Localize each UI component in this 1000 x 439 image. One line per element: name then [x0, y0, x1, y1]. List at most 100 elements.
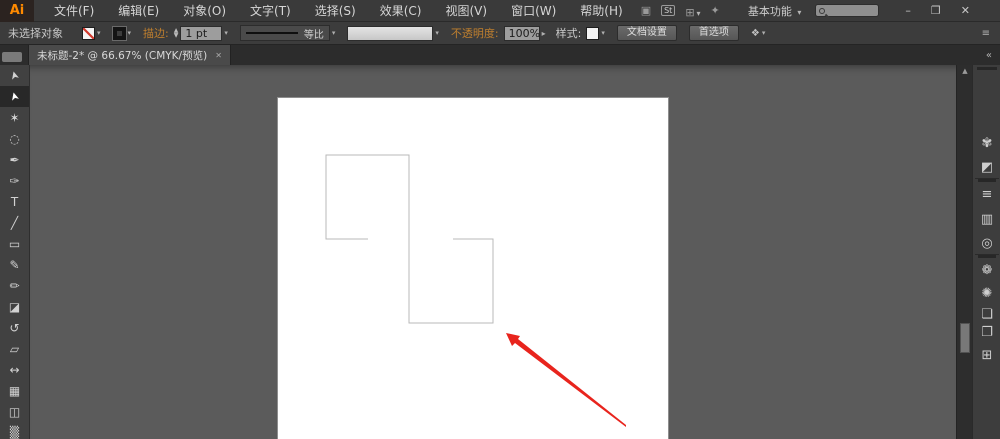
- chevron-down-icon[interactable]: ▾: [601, 29, 605, 37]
- panel-dock: ✾ ◩ ≡ ▥ ◎ ❁ ✺ ❏ ❐ ⊞: [972, 65, 1000, 439]
- tool-brush-pen[interactable]: ✑: [0, 170, 29, 191]
- rotate-icon: ↺: [9, 320, 20, 335]
- menu-window[interactable]: 窗口(W): [499, 0, 568, 22]
- type-icon: T: [10, 194, 19, 209]
- tools-panel: ➤ ➤ ✶ ◌ ✒ ✑ T ╱ ▭ ✎ ✏ ◪ ↺ ▱ ↔ ▦ ◫ ▒: [0, 65, 30, 439]
- gradient-icon: ▒: [9, 425, 20, 439]
- scroll-up-icon[interactable]: ▲: [957, 67, 973, 75]
- expand-panels-icon[interactable]: «: [986, 50, 992, 61]
- chevron-down-icon[interactable]: ▾: [332, 29, 336, 37]
- tool-magic-wand[interactable]: ✶: [0, 107, 29, 128]
- control-bar: 未选择对象 ▾ ▾ 描边: ▲ ▼ 1 pt ▾ 等比 ▾ ▾ 不透明度: 10…: [0, 22, 1000, 45]
- color-panel-icon[interactable]: ✾: [973, 136, 1000, 151]
- tool-shape-builder[interactable]: ◫: [0, 401, 29, 422]
- menu-select[interactable]: 选择(S): [303, 0, 368, 22]
- stroke-profile-dropdown[interactable]: 等比: [239, 25, 330, 41]
- stroke-label[interactable]: 描边:: [143, 25, 169, 41]
- scrollbar-thumb[interactable]: [960, 323, 970, 353]
- chevron-down-icon[interactable]: ▾: [97, 29, 101, 37]
- tool-pencil[interactable]: ✏: [0, 275, 29, 296]
- tool-rotate[interactable]: ↺: [0, 317, 29, 338]
- search-input[interactable]: [815, 4, 880, 17]
- opacity-input[interactable]: 100%: [503, 25, 540, 41]
- tool-scale[interactable]: ▱: [0, 338, 29, 359]
- tool-rectangle[interactable]: ▭: [0, 233, 29, 254]
- lasso-icon: ◌: [9, 131, 20, 146]
- preferences-button[interactable]: 首选项: [688, 25, 739, 41]
- menu-edit[interactable]: 编辑(E): [106, 0, 171, 22]
- document-tab-title: 未标题-2* @ 66.67% (CMYK/预览): [37, 49, 208, 62]
- document-tab[interactable]: 未标题-2* @ 66.67% (CMYK/预览) ✕: [28, 45, 231, 65]
- dock-grip[interactable]: [977, 67, 997, 70]
- tool-line[interactable]: ╱: [0, 212, 29, 233]
- width-icon: ↔: [9, 362, 20, 377]
- tool-gradient[interactable]: ▒: [0, 422, 29, 439]
- fill-swatch[interactable]: [82, 26, 95, 40]
- pencil-icon: ✏: [9, 278, 20, 293]
- stroke-profile-preview: [245, 32, 298, 34]
- vertical-scrollbar[interactable]: ▲: [956, 65, 972, 439]
- style-swatch[interactable]: [586, 26, 600, 40]
- creative-cloud-icon[interactable]: ❁: [973, 263, 1000, 278]
- transparency-panel-icon[interactable]: ◎: [973, 236, 1000, 251]
- extras-menu-icon[interactable]: ❖: [751, 28, 760, 39]
- artboard[interactable]: [277, 97, 669, 439]
- shape-builder-icon: ◫: [8, 404, 21, 419]
- search-icon: [819, 7, 826, 14]
- magic-wand-icon: ✶: [9, 110, 20, 125]
- tool-type[interactable]: T: [0, 191, 29, 212]
- menu-effect[interactable]: 效果(C): [368, 0, 434, 22]
- tool-free-transform[interactable]: ▦: [0, 380, 29, 401]
- brush-pen-icon: ✑: [9, 173, 20, 188]
- window-controls: – ❐ ✕: [905, 0, 970, 22]
- chevron-down-icon[interactable]: ▾: [762, 29, 766, 37]
- control-panel-menu-icon[interactable]: ≡: [982, 28, 990, 39]
- tab-close-icon[interactable]: ✕: [215, 51, 222, 60]
- close-button[interactable]: ✕: [961, 0, 970, 22]
- line-icon: ╱: [10, 215, 19, 230]
- chevron-down-icon[interactable]: ▾: [128, 29, 132, 37]
- appearance-panel-icon[interactable]: ✺: [973, 286, 1000, 301]
- layers-panel-icon[interactable]: ❐: [973, 325, 1000, 340]
- menu-bar: Ai 文件(F) 编辑(E) 对象(O) 文字(T) 选择(S) 效果(C) 视…: [0, 0, 1000, 22]
- dock-separator: [975, 254, 999, 258]
- tool-selection[interactable]: ➤: [0, 65, 29, 86]
- workspace-switcher[interactable]: 基本功能 ▾: [748, 3, 802, 19]
- color-guide-icon[interactable]: ◩: [973, 160, 1000, 175]
- tool-lasso[interactable]: ◌: [0, 128, 29, 149]
- stroke-profile-label: 等比: [303, 29, 324, 41]
- menu-view[interactable]: 视图(V): [433, 0, 499, 22]
- tool-eraser[interactable]: ◪: [0, 296, 29, 317]
- bridge-icon[interactable]: ▣: [641, 4, 651, 17]
- gradient-panel-icon[interactable]: ▥: [973, 212, 1000, 227]
- menu-help[interactable]: 帮助(H): [568, 0, 634, 22]
- arrange-documents-icon[interactable]: ⊞ ▾: [685, 1, 700, 20]
- app-bar-icons: ▣ St ⊞ ▾ ✦: [641, 1, 720, 20]
- minimize-button[interactable]: –: [905, 0, 911, 22]
- tool-pen[interactable]: ✒: [0, 149, 29, 170]
- brush-definition-dropdown[interactable]: [347, 25, 434, 41]
- restore-button[interactable]: ❐: [931, 0, 941, 22]
- stroke-swatch[interactable]: [111, 25, 127, 41]
- stroke-width-input[interactable]: 1 pt: [180, 25, 223, 41]
- toolbar-tab-stub[interactable]: [2, 52, 22, 62]
- stock-icon[interactable]: St: [661, 5, 676, 16]
- tool-width[interactable]: ↔: [0, 359, 29, 380]
- tool-paintbrush[interactable]: ✎: [0, 254, 29, 275]
- menu-object[interactable]: 对象(O): [171, 0, 238, 22]
- canvas-area[interactable]: [30, 65, 956, 439]
- pointer-flair-icon[interactable]: ✦: [711, 4, 720, 17]
- stroke-panel-icon[interactable]: ≡: [973, 187, 1000, 202]
- tool-direct-selection[interactable]: ➤: [0, 86, 29, 107]
- stroke-width-stepper[interactable]: ▲ ▼: [174, 28, 179, 39]
- document-setup-button[interactable]: 文档设置: [616, 25, 677, 41]
- chevron-down-icon[interactable]: ▾: [224, 29, 228, 37]
- artboards-panel-icon[interactable]: ⊞: [973, 348, 1000, 363]
- graphic-styles-icon[interactable]: ❏: [973, 307, 1000, 322]
- stepper-down-icon[interactable]: ▼: [174, 33, 179, 39]
- chevron-down-icon[interactable]: ▾: [435, 29, 439, 37]
- opacity-label[interactable]: 不透明度:: [451, 25, 499, 41]
- chevron-right-icon[interactable]: ▸: [542, 29, 546, 38]
- menu-type[interactable]: 文字(T): [238, 0, 303, 22]
- menu-file[interactable]: 文件(F): [42, 0, 106, 22]
